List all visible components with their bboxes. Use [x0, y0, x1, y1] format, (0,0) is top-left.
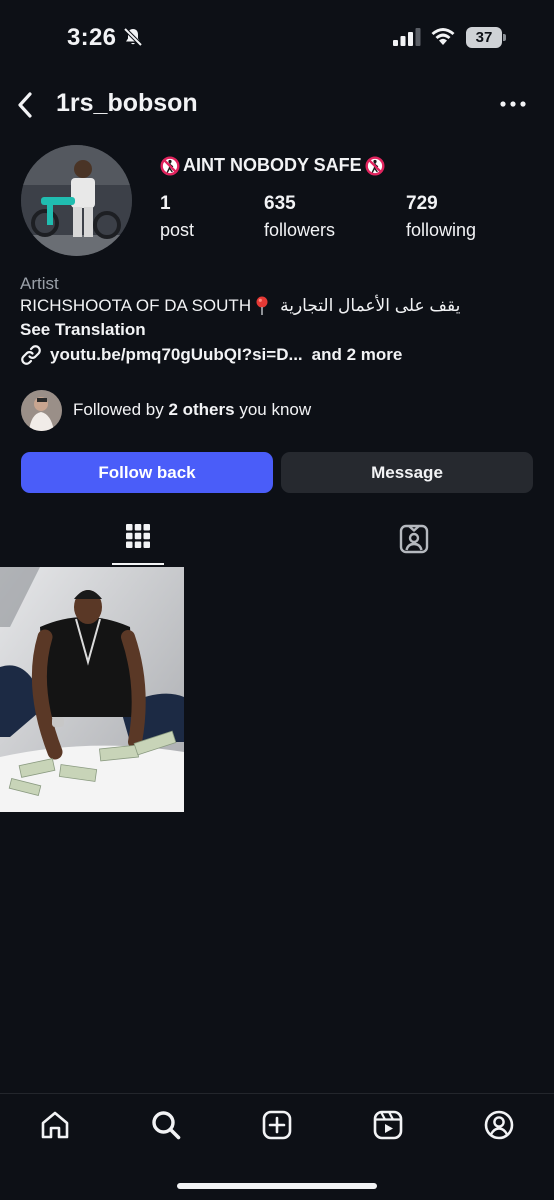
home-indicator[interactable] — [177, 1183, 377, 1189]
stat-followers-count: 635 — [264, 193, 296, 214]
status-bar: 3:26 37 — [0, 0, 554, 76]
no-pedestrians-icon — [365, 155, 385, 176]
profile-username: 1rs_bobson — [56, 89, 198, 117]
status-time: 3:26 — [67, 24, 117, 51]
bio-title: AINT NOBODY SAFE — [160, 155, 385, 176]
bio-links[interactable]: youtu.be/pmq70gUubQI?si=D... and 2 more — [20, 344, 402, 366]
back-chevron-icon[interactable] — [14, 90, 36, 120]
active-tab-indicator — [112, 563, 164, 565]
battery-level: 37 — [475, 29, 493, 46]
stat-posts-label: post — [160, 220, 195, 240]
tagged-icon[interactable] — [396, 521, 432, 557]
message-button[interactable]: Message — [281, 452, 533, 493]
home-icon[interactable] — [38, 1108, 72, 1142]
profile-tabs — [0, 515, 554, 567]
bio-text: RICHSHOOTA OF DA SOUTH يقف على الأعمال ا… — [20, 296, 460, 316]
profile-avatar[interactable] — [21, 145, 132, 256]
stat-followers[interactable]: 635 followers — [264, 193, 335, 241]
grid-icon — [126, 524, 150, 548]
bio-link-url[interactable]: youtu.be/pmq70gUubQI?si=D... — [50, 345, 303, 365]
reels-icon[interactable] — [371, 1108, 405, 1142]
search-icon[interactable] — [149, 1108, 183, 1142]
wifi-icon — [431, 28, 455, 45]
stat-following[interactable]: 729 following — [406, 193, 476, 241]
battery-icon: 37 — [466, 27, 506, 48]
stat-following-count: 729 — [406, 193, 438, 214]
bio-text-arabic: يقف على الأعمال التجارية — [280, 296, 461, 315]
bio-text-english: RICHSHOOTA OF DA SOUTH — [20, 296, 252, 315]
bio-link-more[interactable]: and 2 more — [312, 345, 403, 365]
profile-category: Artist — [20, 274, 59, 293]
stat-following-label: following — [406, 220, 477, 240]
profile-icon[interactable] — [482, 1108, 516, 1142]
pushpin-icon — [256, 296, 268, 315]
tab-posts-grid[interactable] — [112, 515, 164, 565]
see-translation-link[interactable]: See Translation — [20, 320, 146, 340]
cellular-signal-icon — [393, 28, 421, 46]
no-pedestrians-icon — [160, 155, 180, 176]
stat-posts[interactable]: 1 post — [160, 193, 194, 241]
mutual-follower-avatar — [21, 389, 62, 431]
follow-back-button[interactable]: Follow back — [21, 452, 273, 493]
create-icon[interactable] — [260, 1108, 294, 1142]
stat-posts-count: 1 — [160, 193, 171, 214]
bio-title-text: AINT NOBODY SAFE — [183, 155, 362, 175]
link-icon — [21, 345, 41, 365]
post-thumbnail[interactable] — [0, 567, 184, 812]
followed-by-prefix: Followed by — [73, 400, 164, 419]
profile-header: 1rs_bobson — [0, 80, 554, 130]
followed-by-suffix: you know — [239, 400, 312, 419]
followed-by-count: 2 others — [168, 400, 235, 419]
bell-off-icon — [123, 27, 143, 47]
mutual-followers[interactable]: Followed by 2 others you know — [21, 389, 311, 431]
stat-followers-label: followers — [264, 220, 336, 240]
mutual-followers-text: Followed by 2 others you know — [73, 400, 311, 420]
more-options-icon[interactable] — [498, 94, 528, 114]
